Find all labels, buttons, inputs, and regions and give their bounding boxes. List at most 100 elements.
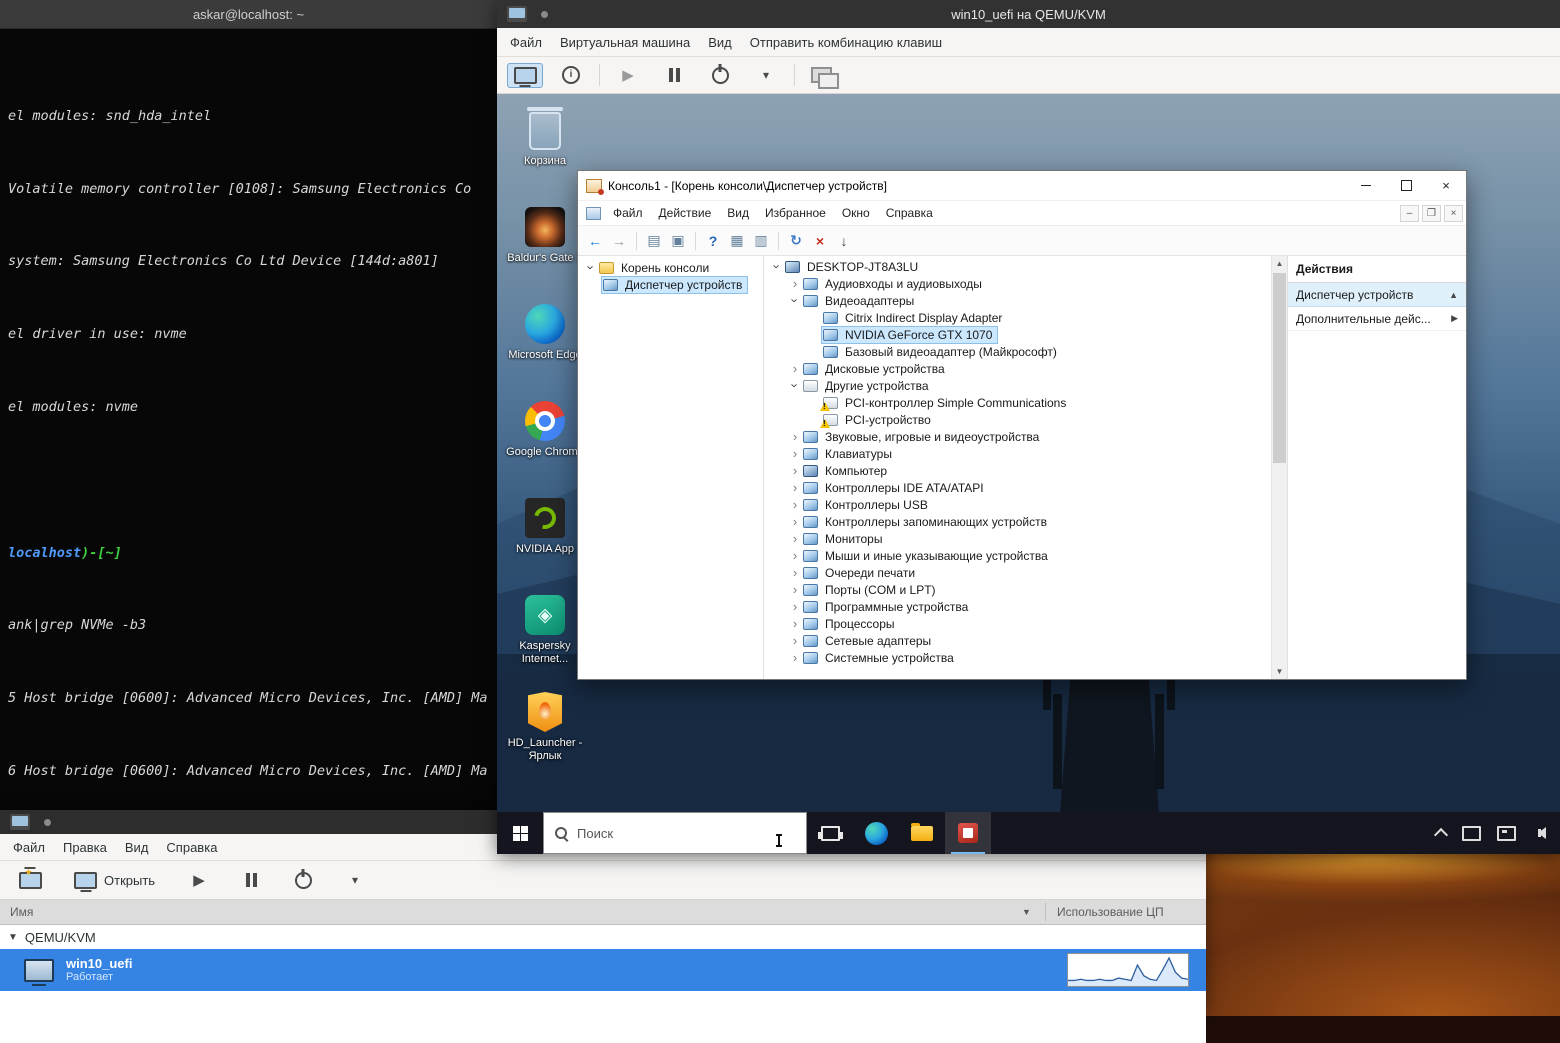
device-tree-item[interactable]: PCI-устройство: [764, 411, 1271, 428]
vm-list-row-selected[interactable]: win10_uefi Работает: [0, 949, 1206, 991]
device-tree-item[interactable]: Видеоадаптеры: [764, 292, 1271, 309]
terminal-titlebar[interactable]: askar@localhost: ~: [0, 0, 497, 29]
screenshot-button[interactable]: [805, 63, 852, 87]
menu-item[interactable]: Вид: [699, 35, 741, 50]
vertical-scrollbar[interactable]: ▲ ▼: [1271, 256, 1287, 679]
toolbar-icon[interactable]: [778, 232, 779, 250]
mdi-close-button[interactable]: ×: [1444, 205, 1463, 222]
device-tree-item[interactable]: Сетевые адаптеры: [764, 632, 1271, 649]
expander-icon[interactable]: [788, 430, 802, 443]
expander-icon[interactable]: [789, 294, 802, 308]
network-tray-icon[interactable]: [1497, 826, 1516, 841]
menu-item[interactable]: Файл: [4, 840, 54, 855]
expander-icon[interactable]: [788, 549, 802, 562]
toolbar-icon[interactable]: [695, 232, 696, 250]
scrollbar-thumb[interactable]: [1273, 273, 1286, 463]
desktop-icon[interactable]: Microsoft Edge: [503, 300, 587, 397]
menu-item[interactable]: Вид: [719, 206, 757, 220]
display-tray-icon[interactable]: [1462, 826, 1481, 841]
device-tree-item[interactable]: NVIDIA GeForce GTX 1070: [764, 326, 1271, 343]
column-name[interactable]: Имя: [10, 905, 33, 919]
taskbar-search-box[interactable]: [543, 812, 807, 854]
search-input[interactable]: [575, 825, 759, 842]
pause-vm-button[interactable]: [233, 869, 269, 891]
edge-taskbar-button[interactable]: [853, 812, 899, 854]
device-tree-item[interactable]: Процессоры: [764, 615, 1271, 632]
connection-group-row[interactable]: ▼ QEMU/KVM: [0, 925, 1206, 949]
task-view-button[interactable]: [807, 812, 853, 854]
device-tree-item[interactable]: Системные устройства: [764, 649, 1271, 666]
device-tree-item[interactable]: Citrix Indirect Display Adapter: [764, 309, 1271, 326]
mdi-restore-button[interactable]: ❐: [1422, 205, 1441, 222]
device-tree-item[interactable]: Другие устройства: [764, 377, 1271, 394]
menu-item[interactable]: Файл: [605, 206, 651, 220]
desktop-icon[interactable]: HD_Launcher - Ярлык: [503, 688, 587, 785]
active-app-button[interactable]: [945, 812, 991, 854]
run-vm-button[interactable]: ▶: [181, 869, 217, 892]
device-tree-item[interactable]: Компьютер: [764, 462, 1271, 479]
properties-icon[interactable]: ▥: [750, 230, 772, 252]
volume-tray-icon[interactable]: [1532, 827, 1546, 839]
expander-icon[interactable]: [788, 583, 802, 596]
expander-icon[interactable]: ▼: [8, 932, 18, 943]
menu-item[interactable]: Отправить комбинацию клавиш: [741, 35, 951, 50]
desktop-icon[interactable]: Kaspersky Internet...: [503, 591, 587, 688]
maximize-button[interactable]: [1386, 172, 1426, 200]
device-tree-item[interactable]: Очереди печати: [764, 564, 1271, 581]
file-explorer-button[interactable]: [899, 812, 945, 854]
column-cpu-usage[interactable]: Использование ЦП: [1057, 905, 1164, 919]
device-tree-item[interactable]: Звуковые, игровые и видеоустройства: [764, 428, 1271, 445]
device-tree-item[interactable]: Мыши и иные указывающие устройства: [764, 547, 1271, 564]
scroll-up-icon[interactable]: ▲: [1272, 256, 1287, 271]
expander-icon[interactable]: [788, 447, 802, 460]
expander-icon[interactable]: [789, 379, 802, 393]
export-list-icon[interactable]: ▤: [643, 230, 665, 252]
device-tree-pane[interactable]: DESKTOP-JT8A3LU Аудиовходы и аудиовыходы…: [764, 256, 1287, 679]
tree-item[interactable]: Диспетчер устройств: [578, 276, 763, 293]
shutdown-vm-button[interactable]: [285, 868, 321, 893]
minimize-button[interactable]: [1346, 172, 1386, 200]
menu-item[interactable]: Справка: [157, 840, 226, 855]
actions-section-row[interactable]: Диспетчер устройств ▲: [1288, 283, 1466, 307]
device-tree-item[interactable]: PCI-контроллер Simple Communications: [764, 394, 1271, 411]
menu-item[interactable]: Файл: [501, 35, 551, 50]
desktop-icon[interactable]: Baldur's Gate 3: [503, 203, 587, 300]
console-tree-pane[interactable]: Корень консоли Диспетчер устройств: [578, 256, 764, 679]
desktop-icon[interactable]: Корзина: [503, 106, 587, 203]
expander-icon[interactable]: [788, 515, 802, 528]
menu-item[interactable]: Справка: [878, 206, 941, 220]
device-tree-item[interactable]: Мониторы: [764, 530, 1271, 547]
menu-item[interactable]: Действие: [651, 206, 720, 220]
device-tree-item[interactable]: Аудиовходы и аудиовыходы: [764, 275, 1271, 292]
menu-item[interactable]: Правка: [54, 840, 116, 855]
desktop-icon[interactable]: NVIDIA App: [503, 494, 587, 591]
device-tree-item[interactable]: Базовый видеоадаптер (Майкрософт): [764, 343, 1271, 360]
expander-icon[interactable]: [788, 600, 802, 613]
uninstall-device-icon[interactable]: ×: [809, 230, 831, 252]
console-tree-icon[interactable]: ▦: [726, 230, 748, 252]
display-toggle-button[interactable]: [507, 63, 543, 88]
menu-item[interactable]: Избранное: [757, 206, 834, 220]
vm-list-header[interactable]: Имя ▼ Использование ЦП: [0, 900, 1206, 925]
forward-icon[interactable]: →: [608, 230, 630, 252]
tree-item[interactable]: Корень консоли: [578, 259, 763, 276]
expander-icon[interactable]: [788, 464, 802, 477]
expander-icon[interactable]: [788, 566, 802, 579]
open-vm-button[interactable]: Открыть: [64, 868, 165, 893]
tray-expand-icon[interactable]: [1434, 827, 1448, 841]
menu-item[interactable]: Вид: [116, 840, 158, 855]
expander-icon[interactable]: [788, 651, 802, 664]
terminal-output[interactable]: el modules: snd_hda_intel Volatile memor…: [0, 29, 497, 812]
new-vm-button[interactable]: [12, 868, 48, 893]
expander-icon[interactable]: [788, 634, 802, 647]
scroll-down-icon[interactable]: ▼: [1272, 664, 1287, 679]
close-button[interactable]: ×: [1426, 172, 1466, 200]
start-button[interactable]: [497, 812, 543, 854]
shutdown-menu-button[interactable]: ▾: [337, 869, 373, 891]
update-driver-icon[interactable]: ↻: [785, 230, 807, 252]
help-icon[interactable]: ?: [702, 230, 724, 252]
pause-button[interactable]: [656, 64, 692, 86]
expander-icon[interactable]: [788, 498, 802, 511]
run-button[interactable]: ▶: [610, 64, 646, 87]
toolbar-icon[interactable]: [636, 232, 637, 250]
